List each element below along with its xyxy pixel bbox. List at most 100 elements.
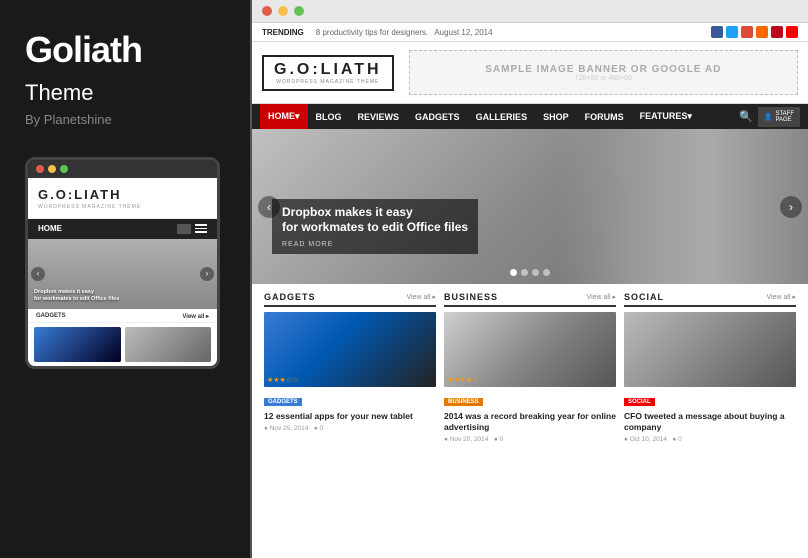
- hero-caption: Dropbox makes it easy for workmates to e…: [272, 199, 478, 254]
- mobile-next-arrow[interactable]: ›: [200, 267, 214, 281]
- browser-dot-green: [294, 6, 304, 16]
- business-section-header: BUSINESS View all ▸: [444, 292, 616, 307]
- hero-caption-box: Dropbox makes it easy for workmates to e…: [272, 199, 478, 254]
- gadgets-title: GADGETS: [264, 292, 316, 302]
- trending-social: [711, 26, 798, 38]
- mobile-hero-text2: for workmates to edit Office files: [34, 296, 211, 303]
- mobile-logo-sub: WORDPRESS MAGAZINE THEME: [38, 204, 141, 210]
- hero-dots: [510, 269, 550, 276]
- nav-blog[interactable]: BLOG: [308, 105, 350, 129]
- ad-banner-size: 728×90 or 468×60: [575, 75, 632, 82]
- hero-slider: ‹ › Dropbox makes it easy for workmates …: [252, 129, 808, 284]
- hero-dot-4[interactable]: [543, 269, 550, 276]
- site-nav: HOME▾ BLOG REVIEWS GADGETS GALLERIES SHO…: [252, 104, 808, 129]
- rss-icon[interactable]: [756, 26, 768, 38]
- mobile-prev-arrow[interactable]: ‹: [31, 267, 45, 281]
- section-social: SOCIAL View all ▸ SOCIAL CFO tweeted a m…: [620, 292, 800, 558]
- mobile-user-icon: [177, 224, 191, 234]
- mobile-dots-bar: [28, 160, 217, 178]
- youtube-icon[interactable]: [786, 26, 798, 38]
- gadgets-view-all[interactable]: View all ▸: [407, 293, 436, 301]
- browser-chrome: [252, 0, 808, 23]
- business-view-all[interactable]: View all ▸: [587, 293, 616, 301]
- hero-caption-text1: Dropbox makes it easy: [282, 205, 468, 221]
- mobile-gadget-2: [125, 327, 212, 362]
- mobile-view-all[interactable]: View all ▸: [182, 313, 209, 320]
- business-stars: ★★★★☆: [447, 376, 478, 384]
- business-card-meta: ● Nov 20, 2014 ● 0: [444, 436, 616, 443]
- social-card: SOCIAL CFO tweeted a message about buyin…: [624, 312, 796, 443]
- gadgets-card-image: ★★★☆☆: [264, 312, 436, 387]
- nav-gadgets[interactable]: GADGETS: [407, 105, 468, 129]
- user-box[interactable]: 👤 STAFFPAGE: [758, 107, 800, 127]
- business-badge: BUSINESS: [444, 398, 483, 406]
- ad-banner-text: SAMPLE IMAGE BANNER OR GOOGLE AD: [485, 64, 721, 75]
- mobile-content: G.O:LIATH WORDPRESS MAGAZINE THEME HOME …: [28, 178, 217, 366]
- sections-row: GADGETS View all ▸ ★★★☆☆ GADGETS 12 esse…: [252, 284, 808, 558]
- user-label: STAFFPAGE: [775, 111, 794, 123]
- social-card-title: CFO tweeted a message about buying a com…: [624, 411, 796, 433]
- trending-date: August 12, 2014: [434, 28, 492, 37]
- social-card-image: [624, 312, 796, 387]
- app-title: Goliath: [25, 30, 225, 70]
- facebook-icon[interactable]: [711, 26, 723, 38]
- gadgets-card-meta: ● Nov 25, 2014 ● 0: [264, 425, 436, 432]
- mobile-gadget-1: [34, 327, 121, 362]
- search-icon[interactable]: 🔍: [734, 105, 758, 128]
- browser-dot-yellow: [278, 6, 288, 16]
- mobile-logo-text: G.O:LIATH: [38, 187, 121, 202]
- hero-dot-2[interactable]: [521, 269, 528, 276]
- nav-forums[interactable]: FORUMS: [577, 105, 632, 129]
- hero-dot-1[interactable]: [510, 269, 517, 276]
- gadgets-badge: GADGETS: [264, 398, 302, 406]
- app-subtitle: Theme: [25, 80, 225, 106]
- social-card-meta: ● Oct 10, 2014 ● 0: [624, 436, 796, 443]
- browser-content: TRENDING 8 productivity tips for designe…: [252, 23, 808, 558]
- mobile-burger-icon: [195, 224, 207, 233]
- gadgets-card-title: 12 essential apps for your new tablet: [264, 411, 436, 422]
- mobile-gadgets-grid: [28, 323, 217, 366]
- business-card: ★★★★☆ BUSINESS 2014 was a record breakin…: [444, 312, 616, 443]
- mobile-nav-home: HOME: [38, 224, 62, 233]
- social-section-header: SOCIAL View all ▸: [624, 292, 796, 307]
- nav-features[interactable]: FEATURES▾: [632, 104, 700, 129]
- hero-dot-3[interactable]: [532, 269, 539, 276]
- section-business: BUSINESS View all ▸ ★★★★☆ BUSINESS 2014 …: [440, 292, 620, 558]
- mobile-nav-icons: [177, 224, 207, 234]
- dot-red: [36, 165, 44, 173]
- ad-banner: SAMPLE IMAGE BANNER OR GOOGLE AD 728×90 …: [409, 50, 798, 95]
- social-title: SOCIAL: [624, 292, 664, 302]
- mobile-gadgets-label: GADGETS: [36, 313, 66, 320]
- social-view-all[interactable]: View all ▸: [767, 293, 796, 301]
- gadgets-stars: ★★★☆☆: [267, 376, 298, 384]
- nav-galleries[interactable]: GALLERIES: [468, 105, 536, 129]
- site-logo-text: G.O:LIATH: [274, 61, 382, 79]
- section-gadgets: GADGETS View all ▸ ★★★☆☆ GADGETS 12 esse…: [260, 292, 440, 558]
- nav-reviews[interactable]: REVIEWS: [350, 105, 408, 129]
- hero-person-image: [558, 129, 808, 284]
- mobile-section-label: GADGETS View all ▸: [28, 309, 217, 323]
- social-badge: SOCIAL: [624, 398, 655, 406]
- user-icon: 👤: [764, 113, 773, 121]
- mobile-hero: ‹ › Dropbox makes it easy for workmates …: [28, 239, 217, 309]
- gplus-icon[interactable]: [741, 26, 753, 38]
- dot-green: [60, 165, 68, 173]
- nav-shop[interactable]: SHOP: [535, 105, 577, 129]
- trending-label: TRENDING: [262, 28, 304, 37]
- nav-home[interactable]: HOME▾: [260, 104, 308, 129]
- site-logo-subtext: WORDPRESS MAGAZINE THEME: [276, 79, 379, 85]
- mobile-logo-bar: G.O:LIATH WORDPRESS MAGAZINE THEME: [28, 178, 217, 219]
- mobile-hero-overlay: Dropbox makes it easy for workmates to e…: [34, 289, 211, 303]
- app-author: By Planetshine: [25, 112, 225, 127]
- hero-read-more[interactable]: READ MORE: [282, 241, 468, 248]
- gadgets-card: ★★★☆☆ GADGETS 12 essential apps for your…: [264, 312, 436, 432]
- mobile-preview: G.O:LIATH WORDPRESS MAGAZINE THEME HOME …: [25, 157, 220, 369]
- pinterest-icon[interactable]: [771, 26, 783, 38]
- left-panel: Goliath Theme By Planetshine G.O:LIATH W…: [0, 0, 250, 558]
- right-panel: TRENDING 8 productivity tips for designe…: [250, 0, 808, 558]
- twitter-icon[interactable]: [726, 26, 738, 38]
- business-card-title: 2014 was a record breaking year for onli…: [444, 411, 616, 433]
- site-logo[interactable]: G.O:LIATH WORDPRESS MAGAZINE THEME: [262, 55, 394, 91]
- hero-next-arrow[interactable]: ›: [780, 196, 802, 218]
- dot-yellow: [48, 165, 56, 173]
